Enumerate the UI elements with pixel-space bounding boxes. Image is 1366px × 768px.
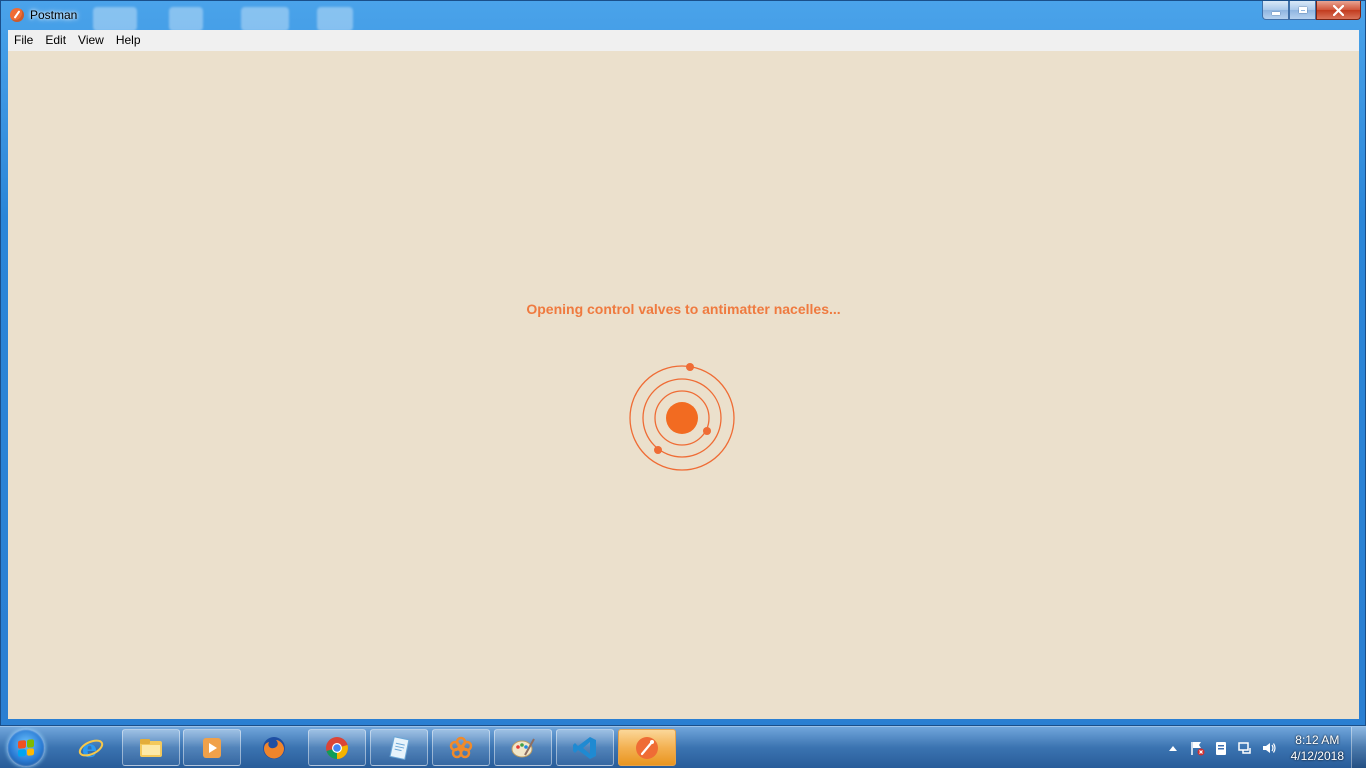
folder-icon — [140, 738, 162, 757]
volume-icon[interactable] — [1261, 740, 1277, 756]
notepad-icon — [389, 735, 410, 760]
ie-icon: e — [78, 735, 104, 761]
clipboard-tray-icon[interactable] — [1213, 740, 1229, 756]
taskbar-media-player[interactable] — [183, 729, 241, 766]
maximize-icon — [1298, 7, 1307, 13]
show-hidden-icons-icon[interactable] — [1165, 740, 1181, 756]
taskbar-paint[interactable] — [494, 729, 552, 766]
app-window: Postman File Edit View Help Opening cont… — [0, 0, 1366, 726]
taskbar-postman[interactable] — [618, 729, 676, 766]
orbit-loader-icon — [629, 363, 735, 471]
taskbar-notepad[interactable] — [370, 729, 428, 766]
loading-message: Opening control valves to antimatter nac… — [526, 301, 841, 317]
windows-logo-icon — [18, 739, 34, 757]
menu-help[interactable]: Help — [110, 30, 147, 51]
aero-glass-reflection — [317, 7, 353, 31]
close-icon — [1333, 4, 1344, 16]
show-desktop-button[interactable] — [1351, 727, 1366, 768]
aero-glass-reflection — [93, 7, 137, 31]
taskbar-flower-app[interactable] — [432, 729, 490, 766]
paint-palette-icon — [511, 738, 535, 757]
clock-time: 8:12 AM — [1295, 733, 1340, 747]
window-title: Postman — [30, 8, 78, 22]
taskbar: e 8:12 AM 4/12/2018 — [0, 726, 1366, 768]
vscode-icon — [573, 736, 596, 759]
svg-text:e: e — [82, 735, 97, 761]
menu-bar: File Edit View Help — [8, 30, 1359, 52]
minimize-icon — [1271, 11, 1280, 15]
action-center-flag-icon[interactable] — [1189, 740, 1205, 756]
menu-view[interactable]: View — [72, 30, 110, 51]
network-icon[interactable] — [1237, 740, 1253, 756]
firefox-icon — [263, 736, 285, 759]
menu-edit[interactable]: Edit — [39, 30, 72, 51]
aero-glass-reflection — [169, 7, 203, 31]
taskbar-chrome[interactable] — [308, 729, 366, 766]
window-controls — [1262, 1, 1361, 21]
media-player-icon — [203, 737, 221, 758]
clock-date: 4/12/2018 — [1290, 749, 1344, 763]
taskbar-file-explorer[interactable] — [122, 729, 180, 766]
taskbar-vscode[interactable] — [556, 729, 614, 766]
maximize-button[interactable] — [1289, 1, 1316, 20]
taskbar-internet-explorer[interactable]: e — [62, 729, 120, 766]
system-tray: 8:12 AM 4/12/2018 — [1161, 727, 1366, 768]
loading-screen: Opening control valves to antimatter nac… — [8, 51, 1359, 719]
menu-file[interactable]: File — [8, 30, 39, 51]
system-clock[interactable]: 8:12 AM 4/12/2018 — [1291, 732, 1344, 764]
close-button[interactable] — [1316, 1, 1361, 20]
taskbar-firefox[interactable] — [245, 729, 303, 766]
aero-glass-reflection — [241, 7, 289, 31]
minimize-button[interactable] — [1262, 1, 1289, 20]
chrome-icon — [326, 736, 348, 759]
postman-app-icon[interactable] — [10, 8, 24, 22]
flower-icon — [449, 736, 473, 758]
title-bar[interactable]: Postman — [1, 1, 1366, 31]
start-button[interactable] — [7, 729, 45, 767]
postman-icon — [636, 736, 658, 759]
